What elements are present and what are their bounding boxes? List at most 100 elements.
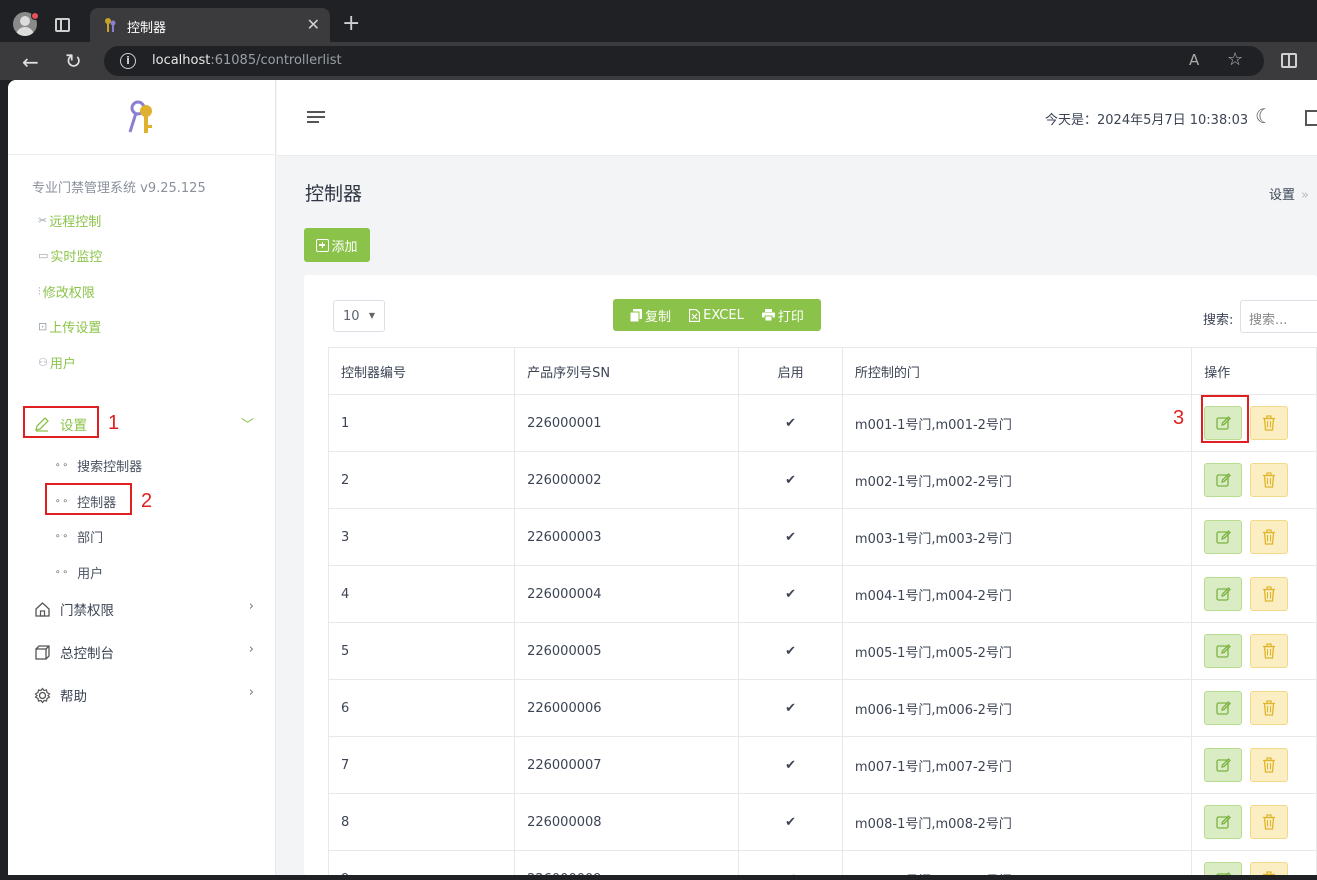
cell-controller-no: 7 [327,736,516,794]
cell-sn: 226000005 [514,622,740,680]
submenu-department[interactable]: ⚬⚬ 部门 [54,527,103,546]
cell-enabled-check-icon: ✔ [738,508,843,566]
page-size-select[interactable]: 10 ▼ [333,300,385,332]
favorite-star-icon[interactable]: ☆ [1227,49,1243,70]
breadcrumb-separator: » [1301,188,1309,203]
edit-button[interactable] [1204,634,1243,668]
column-header-controller-no[interactable]: 控制器编号 [327,347,516,395]
quick-link-monitor[interactable]: ▭ 实时监控 [38,246,102,265]
menu-access[interactable]: 门禁权限 › [32,597,254,621]
reload-icon[interactable]: ↻ [65,49,82,73]
tab-close-icon[interactable]: ✕ [307,15,320,34]
quick-link-remote-control[interactable]: ✂ 远程控制 [38,211,101,230]
delete-button[interactable] [1250,862,1289,875]
table-row: 2 226000002 ✔ m002-1号门,m002-2号门 [327,451,1317,509]
cell-enabled-check-icon: ✔ [738,565,843,623]
upload-icon: ⊡ [38,320,48,333]
menu-toggle-icon[interactable] [307,111,325,126]
dark-mode-icon[interactable]: ☾ [1255,104,1273,128]
copy-button[interactable]: 复制 [630,306,671,325]
page-viewport: 专业门禁管理系统 v9.25.125 ✂ 远程控制 ▭ 实时监控 ⫶ 修改权限 ⊡ 上传… [8,80,1317,875]
chevron-down-icon: ﹀ [240,418,254,433]
url-field[interactable]: i localhost:61085/controllerlist A ☆ [104,46,1264,76]
search-label: 搜索: [1203,313,1234,328]
cell-enabled-check-icon: ✔ [738,622,843,680]
browser-tab-active[interactable]: 控制器 ✕ [90,8,330,42]
annotation-number-1: 1 [108,412,120,434]
edit-button[interactable] [1204,520,1243,554]
table-row: 5 226000005 ✔ m005-1号门,m005-2号门 [327,622,1317,680]
search-input[interactable]: 搜索... [1240,300,1317,333]
table-row: 4 226000004 ✔ m004-1号门,m004-2号门 [327,565,1317,623]
keys-favicon-icon [105,18,116,32]
edit-button[interactable] [1204,805,1243,839]
edit-button[interactable] [1204,463,1243,497]
site-info-icon[interactable]: i [120,53,136,69]
cell-actions [1191,793,1317,851]
cell-controller-no: 4 [327,565,516,623]
cell-doors: m001-1号门,m001-2号门 [841,394,1193,452]
sidebar: 专业门禁管理系统 v9.25.125 ✂ 远程控制 ▭ 实时监控 ⫶ 修改权限 ⊡ 上传… [8,80,276,875]
quick-link-permissions[interactable]: ⫶ 修改权限 [38,282,95,302]
cell-doors: m005-1号门,m005-2号门 [841,622,1193,680]
excel-button[interactable]: EXCEL [689,308,744,323]
cell-enabled-check-icon: ✔ [738,679,843,737]
quick-link-upload[interactable]: ⊡ 上传设置 [38,317,101,336]
cell-controller-no: 9 [327,850,516,875]
profile-badge-icon [31,12,39,20]
add-button[interactable]: 添加 [304,228,370,262]
submenu-search-controller[interactable]: ⚬⚬ 搜索控制器 [54,456,142,475]
keys-logo-icon [128,100,152,133]
submenu-user[interactable]: ⚬⚬ 用户 [54,563,103,582]
annotation-box-2 [45,483,132,515]
logo-area [8,80,276,155]
sliders-icon: ⫶ [38,284,41,298]
back-arrow-icon[interactable]: ← [22,50,39,74]
tab-title: 控制器 [127,21,167,36]
delete-button[interactable] [1250,634,1289,668]
cell-enabled-check-icon: ✔ [738,850,843,875]
chevron-right-icon: › [248,599,254,614]
edit-button[interactable] [1204,748,1243,782]
delete-button[interactable] [1250,577,1289,611]
cell-actions [1191,850,1317,875]
menu-help[interactable]: 帮助 › [32,683,254,707]
edit-button[interactable] [1204,577,1243,611]
chevron-right-icon: › [248,685,254,700]
cell-doors: m006-1号门,m006-2号门 [841,679,1193,737]
cell-doors: m003-1号门,m003-2号门 [841,508,1193,566]
annotation-box-3 [1201,395,1249,443]
cell-enabled-check-icon: ✔ [738,793,843,851]
delete-button[interactable] [1250,463,1289,497]
cell-doors: m008-1号门,m008-2号门 [841,793,1193,851]
cell-sn: 226000002 [514,451,740,509]
cell-doors: m009-1号门,m009-2号门 [841,850,1193,875]
delete-button[interactable] [1250,691,1289,725]
delete-button[interactable] [1250,805,1289,839]
column-header-enabled[interactable]: 启用 [738,347,843,395]
column-header-sn[interactable]: 产品序列号SN [514,347,740,395]
read-aloud-icon[interactable]: A [1189,51,1199,69]
delete-button[interactable] [1250,406,1289,440]
browser-tab-bar: 控制器 ✕ + [0,0,1317,42]
delete-button[interactable] [1250,748,1289,782]
tab-actions-icon[interactable] [55,18,70,32]
column-header-doors[interactable]: 所控制的门 [841,347,1193,395]
split-screen-icon[interactable] [1281,53,1297,68]
cell-sn: 226000004 [514,565,740,623]
edit-button[interactable] [1204,691,1243,725]
fullscreen-icon[interactable] [1305,110,1317,126]
quick-link-users[interactable]: ⚇ 用户 [38,353,76,372]
menu-console[interactable]: 总控制台 › [32,640,254,664]
caret-down-icon: ▼ [368,311,375,320]
delete-button[interactable] [1250,520,1289,554]
edit-button[interactable] [1204,862,1243,875]
bullet-icon: ⚬⚬ [54,460,70,471]
plus-square-icon [316,238,330,252]
new-tab-button[interactable]: + [342,12,360,36]
breadcrumb-settings[interactable]: 设置 [1269,188,1295,203]
address-bar: ← ↻ i localhost:61085/controllerlist A ☆ [0,42,1317,80]
table-row: 3 226000003 ✔ m003-1号门,m003-2号门 [327,508,1317,566]
breadcrumb: 设置 » [1269,184,1309,203]
print-button[interactable]: 打印 [761,306,804,325]
